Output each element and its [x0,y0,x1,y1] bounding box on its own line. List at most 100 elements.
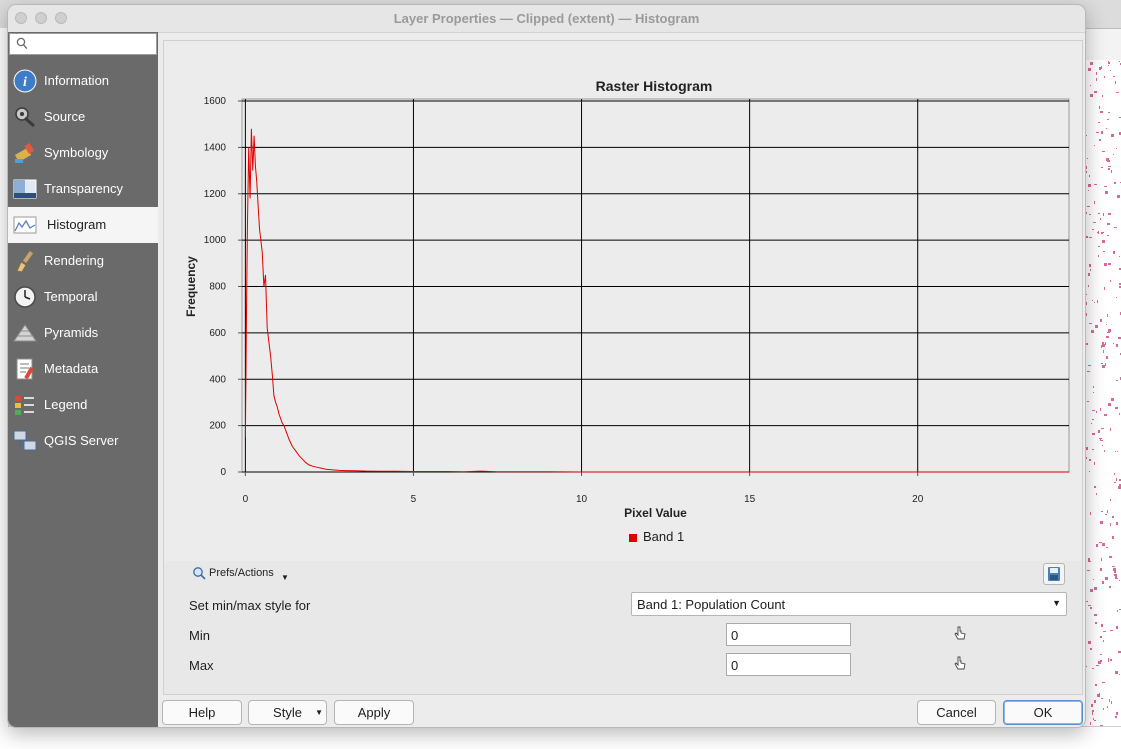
map-speck [1101,131,1103,134]
sidebar-item-rendering[interactable]: Rendering [8,243,158,279]
sidebar-item-legend[interactable]: Legend [8,387,158,423]
map-speck [1107,223,1110,225]
map-speck [1115,451,1116,452]
map-speck [1102,151,1105,152]
map-speck [1099,693,1100,694]
map-speck [1103,631,1106,632]
map-speck [1107,510,1108,513]
map-speck [1113,251,1115,254]
map-speck [1093,386,1094,388]
histogram-icon [13,216,37,234]
sidebar-item-label: QGIS Server [44,433,119,448]
map-speck [1097,694,1100,697]
sidebar-item-metadata[interactable]: Metadata [8,351,158,387]
map-speck [1098,255,1099,257]
map-speck [1094,91,1097,93]
map-speck [1088,641,1091,644]
map-speck [1089,459,1091,461]
map-speck [1116,297,1117,298]
map-speck [1115,671,1118,674]
map-speck [1109,586,1111,588]
pick-max-icon[interactable] [953,656,967,672]
map-speck [1090,607,1092,609]
cancel-button[interactable]: Cancel [917,700,996,725]
map-speck [1091,330,1094,333]
map-speck [1117,578,1118,579]
help-button[interactable]: Help [162,700,242,725]
sidebar-item-pyramids[interactable]: Pyramids [8,315,158,351]
save-button[interactable] [1043,563,1065,585]
sidebar-item-transparency[interactable]: Transparency [8,171,158,207]
map-speck [1088,605,1091,606]
sidebar-item-qgis-server[interactable]: QGIS Server [8,423,158,459]
map-speck [1114,182,1116,184]
map-speck [1107,332,1110,333]
prefs-actions-button[interactable]: Prefs/Actions ▼ [192,564,292,584]
sidebar-item-temporal[interactable]: Temporal [8,279,158,315]
map-speck [1092,229,1094,230]
map-speck [1098,661,1101,664]
map-speck [1087,206,1090,207]
map-speck [1103,350,1104,353]
background-status-area [8,726,1121,749]
map-speck [1101,558,1102,561]
search-input[interactable] [9,33,157,55]
map-speck [1109,556,1112,558]
map-speck [1093,579,1094,580]
map-speck [1098,122,1100,123]
max-label: Max [189,658,214,673]
map-speck [1105,342,1106,345]
pyramids-icon [13,324,37,342]
map-speck [1105,191,1108,194]
map-speck [1099,542,1102,543]
sidebar-item-information[interactable]: i Information [8,63,158,99]
y-tick-label: 600 [209,328,226,339]
sidebar-item-label: Symbology [44,145,109,160]
y-tick-label: 800 [209,282,226,293]
map-speck [1102,581,1104,584]
sidebar-item-source[interactable]: Source [8,99,158,135]
map-speck [1108,213,1111,215]
min-field[interactable]: 0 [726,623,851,646]
map-speck [1116,92,1119,93]
ok-button[interactable]: OK [1003,700,1083,725]
map-speck [1115,81,1116,84]
sidebar-item-histogram[interactable]: Histogram [8,207,158,243]
map-speck [1090,85,1091,86]
map-speck [1110,523,1111,526]
map-speck [1102,342,1104,345]
map-speck [1106,158,1107,159]
band-select[interactable]: Band 1: Population Count ▼ [631,592,1067,616]
map-speck [1094,145,1095,146]
pick-min-icon[interactable] [953,626,967,642]
sidebar-item-symbology[interactable]: Symbology [8,135,158,171]
map-speck [1107,314,1108,317]
map-speck [1116,522,1118,525]
map-speck [1100,568,1102,571]
style-button[interactable]: Style ▼ [248,700,327,725]
map-speck [1105,577,1108,580]
map-speck [1097,300,1098,303]
map-speck [1088,365,1091,366]
map-speck [1114,574,1117,576]
map-speck [1110,630,1113,631]
map-speck [1111,701,1112,704]
map-speck [1114,227,1117,228]
map-speck [1096,493,1097,495]
map-speck [1113,76,1115,77]
magnifier-icon [193,567,206,580]
y-tick-label: 1600 [204,96,227,107]
max-field[interactable]: 0 [726,653,851,676]
map-speck [1108,168,1110,170]
map-speck [1108,661,1109,662]
map-speck [1088,273,1090,276]
map-speck [1091,704,1093,707]
server-icon [13,430,37,451]
y-tick-label: 1200 [204,189,227,200]
map-speck [1108,403,1111,406]
map-speck [1101,698,1103,699]
apply-button[interactable]: Apply [334,700,414,725]
map-speck [1111,398,1114,401]
y-axis-label: Frequency [184,256,198,317]
map-speck [1101,363,1103,364]
